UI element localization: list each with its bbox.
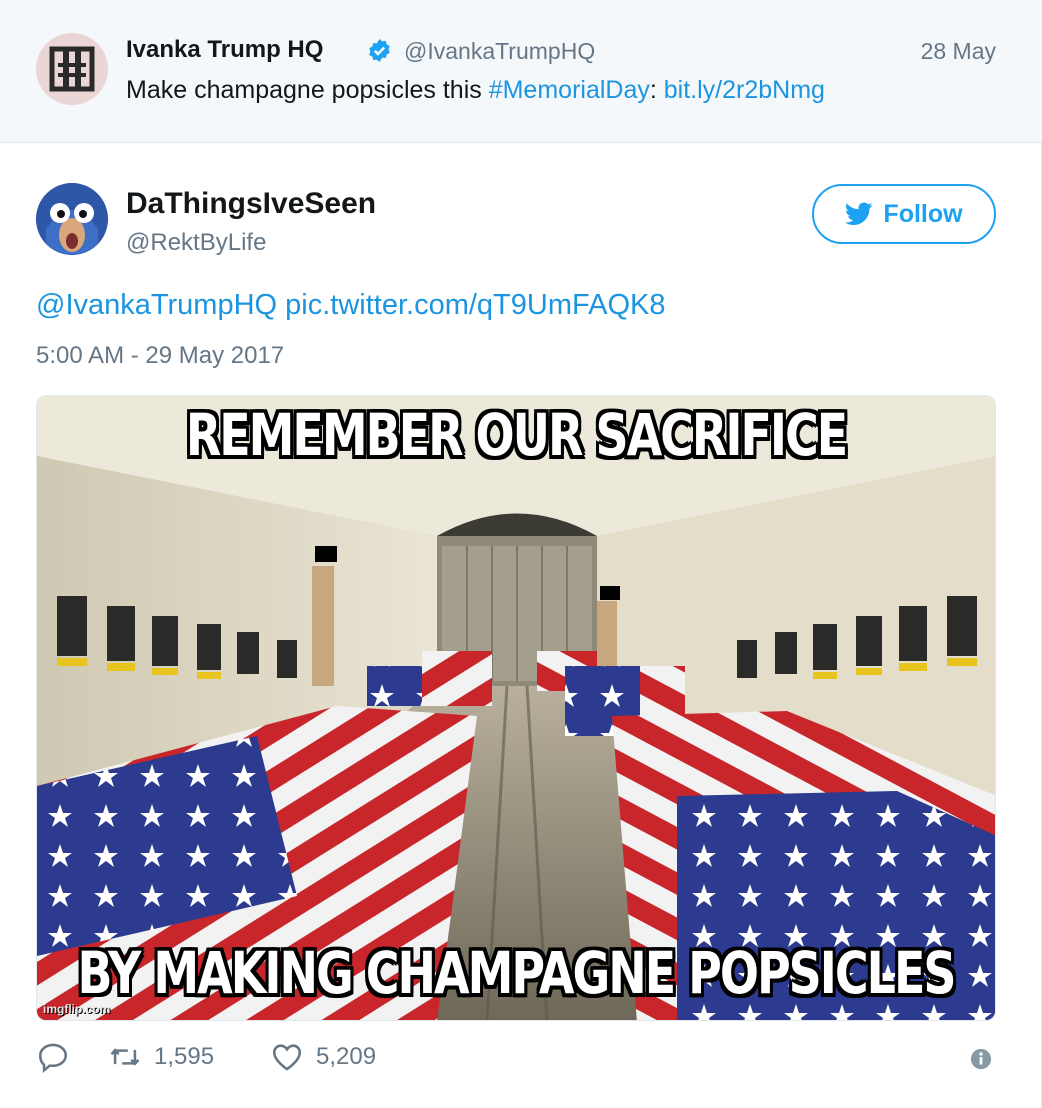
mention-link[interactable]: @IvankaTrumpHQ [36,289,277,321]
meme-bottom-caption: BY MAKING CHAMPAGNE POPSICLES [77,939,956,1007]
hashtag-link[interactable]: #MemorialDay [489,76,650,104]
tweet-timestamp[interactable]: 5:00 AM - 29 May 2017 [36,342,284,370]
info-icon[interactable] [970,1048,992,1070]
meme-top-caption: REMEMBER OUR SACRIFICE [185,401,848,469]
parent-avatar[interactable] [36,33,108,105]
retweet-icon [110,1048,140,1066]
tweet-card: DaThingsIveSeen @RektByLife Follow @Ivan… [0,143,1042,1108]
reply-button[interactable] [36,1040,70,1074]
parent-author-name[interactable]: Ivanka Trump HQ [126,36,323,64]
ivanka-logo-icon [36,33,108,105]
cartoon-face-avatar-icon [36,183,108,255]
parent-handle[interactable]: @IvankaTrumpHQ [404,38,595,65]
author-handle[interactable]: @RektByLife [126,229,266,257]
pic-link[interactable]: pic.twitter.com/qT9UmFAQK8 [285,289,665,321]
reply-icon [38,1043,68,1074]
parent-date[interactable]: 28 May [921,38,996,65]
like-count: 5,209 [316,1043,377,1070]
twitter-bird-icon [845,202,873,225]
parent-tweet[interactable]: Ivanka Trump HQ @IvankaTrumpHQ 28 May Ma… [0,0,1042,143]
author-avatar[interactable] [36,183,108,255]
tweet-actions: 1,595 5,209 [36,1040,996,1080]
retweet-count: 1,595 [154,1043,215,1070]
parent-text-separator: : [649,76,664,104]
verified-badge-icon [369,39,390,62]
tweet-media-image[interactable]: REMEMBER OUR SACRIFICE BY MAKING CHAMPAG… [36,395,996,1021]
follow-button[interactable]: Follow [812,184,996,244]
author-name[interactable]: DaThingsIveSeen [126,187,376,221]
parent-tweet-text: Make champagne popsicles this #MemorialD… [126,76,825,105]
cargo-plane-interior-image [37,396,995,1020]
short-url-link[interactable]: bit.ly/2r2bNmg [664,76,825,104]
follow-label: Follow [883,199,963,228]
parent-text-prefix: Make champagne popsicles this [126,76,489,104]
tweet-text: @IvankaTrumpHQ pic.twitter.com/qT9UmFAQK… [36,289,665,322]
like-button[interactable]: 5,209 [270,1040,376,1074]
retweet-button[interactable]: 1,595 [108,1040,214,1074]
imgflip-watermark: imgflip.com [43,1002,111,1016]
heart-icon [272,1044,302,1071]
